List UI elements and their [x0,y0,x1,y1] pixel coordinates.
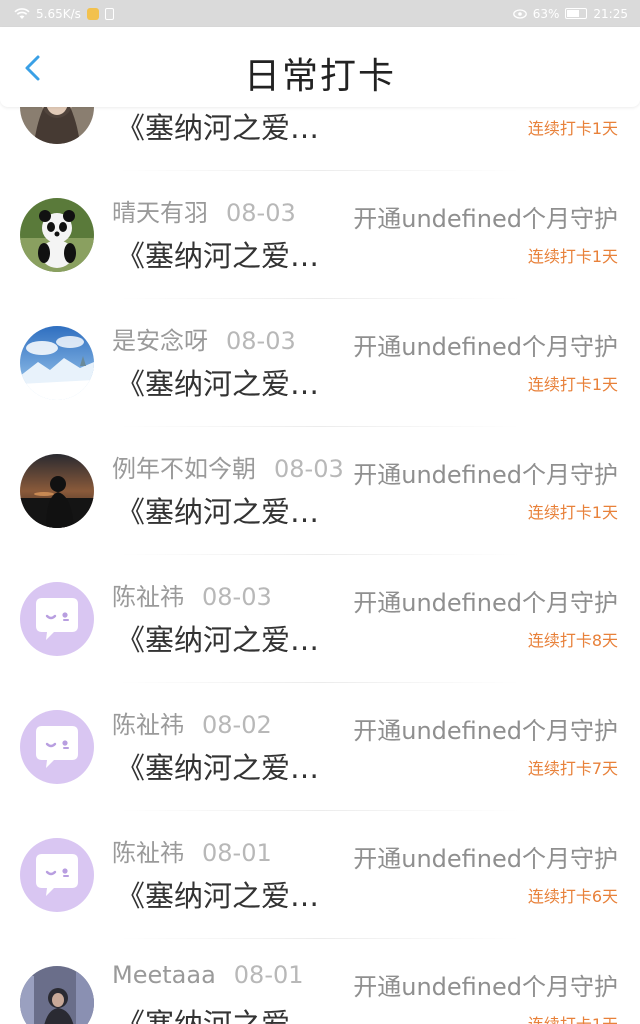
checkin-date: 08-03 [226,199,296,227]
status-bar: 5.65K/s 63% 21:25 [0,0,640,27]
user-name-line: 陈祉祎 08-01 [112,833,272,868]
streak-badge: 连续打卡1天 [527,119,618,138]
checkin-item[interactable]: Meetaaa 08-01 《塞纳河之爱… 开通undefined个月守护连续打卡1天 [0,939,640,1024]
checkin-date: 08-02 [202,711,272,739]
user-name-line: 是安念呀 08-03 [112,321,296,356]
streak-badge: 连续打卡1天 [527,375,618,394]
checkin-item[interactable]: 陈祉祎 08-02 《塞纳河之爱… 开通undefined个月守护连续打卡7天 [0,683,640,811]
status-right: 63% 21:25 [512,6,628,21]
checkin-date: 08-01 [233,961,304,989]
song-title[interactable]: 《塞纳河之爱… [116,617,319,659]
checkin-item[interactable]: 是安念呀 08-03 《塞纳河之爱… 开通undefined个月守护连续打卡1天 [0,299,640,427]
checkin-date: 08-03 [226,327,296,355]
user-avatar[interactable] [20,838,94,912]
guard-status: 开通undefined个月守护 [353,333,618,361]
top-bar: 日常打卡 [0,27,640,107]
page-title: 日常打卡 [243,56,396,97]
user-avatar[interactable] [20,582,94,656]
checkin-item[interactable]: 《塞纳河之爱… 连续打卡1天 [0,107,640,171]
checkin-list-content: 《塞纳河之爱… 连续打卡1天 晴天有羽 08-03 《塞纳河之爱… 开通undefined… [0,107,640,1024]
checkin-date: 08-03 [274,455,344,483]
user-name[interactable]: 陈祉祎 [112,583,184,611]
network-speed: 5.65K/s [36,6,81,21]
user-name-line: 陈祉祎 08-03 [112,577,272,612]
song-title[interactable]: 《塞纳河之爱… [116,361,319,403]
user-avatar[interactable] [20,107,94,144]
checkin-list[interactable]: 《塞纳河之爱… 连续打卡1天 晴天有羽 08-03 《塞纳河之爱… 开通undefined… [0,107,640,1024]
app-notification-icon [86,7,99,20]
guard-status: 开通undefined个月守护 [353,717,618,745]
user-avatar[interactable] [20,710,94,784]
user-name-line: 晴天有羽 08-03 [112,193,296,228]
guard-status: 开通undefined个月守护 [353,845,618,873]
checkin-item[interactable]: 晴天有羽 08-03 《塞纳河之爱… 开通undefined个月守护连续打卡1天 [0,171,640,299]
guard-status: 开通undefined个月守护 [353,205,618,233]
streak-badge: 连续打卡1天 [527,247,618,266]
checkin-item[interactable]: 陈祉祎 08-01 《塞纳河之爱… 开通undefined个月守护连续打卡6天 [0,811,640,939]
user-name-line: 例年不如今朝 08-03 [112,449,344,484]
user-name[interactable]: 例年不如今朝 [112,455,256,483]
clock: 21:25 [593,6,628,21]
user-avatar[interactable] [20,326,94,400]
song-title[interactable]: 《塞纳河之爱… [116,745,319,787]
song-title[interactable]: 《塞纳河之爱… [116,107,319,147]
streak-badge: 连续打卡7天 [527,759,618,778]
song-title[interactable]: 《塞纳河之爱… [116,1001,319,1024]
battery-percent: 63% [532,6,560,21]
guard-status: 开通undefined个月守护 [353,973,618,1001]
user-avatar[interactable] [20,454,94,528]
user-avatar[interactable] [20,966,94,1024]
user-name-line: Meetaaa 08-01 [112,961,304,989]
user-avatar[interactable] [20,198,94,272]
user-name[interactable]: 陈祉祎 [112,839,184,867]
wifi-icon [14,7,30,19]
checkin-item[interactable]: 陈祉祎 08-03 《塞纳河之爱… 开通undefined个月守护连续打卡8天 [0,555,640,683]
checkin-item[interactable]: 例年不如今朝 08-03 《塞纳河之爱… 开通undefined个月守护连续打卡1天 [0,427,640,555]
battery-icon [565,8,588,19]
song-title[interactable]: 《塞纳河之爱… [116,233,319,275]
streak-badge: 连续打卡6天 [527,887,618,906]
checkin-date: 08-01 [202,839,272,867]
streak-badge: 连续打卡1天 [527,503,618,522]
song-title[interactable]: 《塞纳河之爱… [116,873,319,915]
user-name[interactable]: 晴天有羽 [112,199,208,227]
user-name-line: 陈祉祎 08-02 [112,705,272,740]
streak-badge: 连续打卡8天 [527,631,618,650]
status-left: 5.65K/s [14,7,114,21]
guard-status: 开通undefined个月守护 [353,589,618,617]
user-name[interactable]: Meetaaa [112,961,216,989]
song-title[interactable]: 《塞纳河之爱… [116,489,319,531]
user-name[interactable]: 是安念呀 [112,327,208,355]
sim-icon [104,7,114,20]
eye-icon [512,8,527,19]
guard-status: 开通undefined个月守护 [353,461,618,489]
checkin-date: 08-03 [202,583,272,611]
streak-badge: 连续打卡1天 [528,1011,618,1024]
user-name[interactable]: 陈祉祎 [112,711,184,739]
